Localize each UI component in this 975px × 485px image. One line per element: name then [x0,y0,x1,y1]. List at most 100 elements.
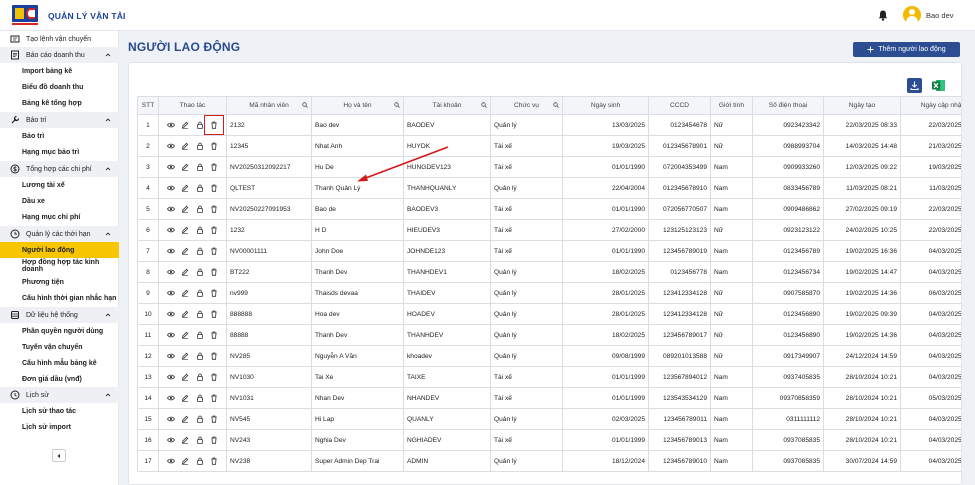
sidebar-item-15[interactable]: Phương tiện [0,274,119,290]
table-row[interactable]: 13 NV1030 Tai Xe TAIXE Tài xế 01/01/1999 12356… [137,366,961,388]
table-row[interactable]: 3 NV20250312092217 Hu De HUNGDEV123 Tài xế 01… [137,156,961,178]
download-button[interactable] [907,78,922,93]
edit-icon[interactable] [181,121,189,129]
view-icon[interactable] [167,142,176,150]
view-icon[interactable] [167,121,176,129]
edit-icon[interactable] [181,310,189,318]
edit-icon[interactable] [181,163,189,171]
lock-icon[interactable] [196,205,204,213]
lock-icon[interactable] [196,247,204,255]
view-icon[interactable] [167,163,176,171]
table-row[interactable]: 2 12345 Nhat Anh HUYDK Tài xế 19/03/2025 01234… [137,135,961,157]
sidebar-item-24[interactable]: Lịch sử import [0,419,119,435]
column-header[interactable]: Giới tính [710,96,753,115]
lock-icon[interactable] [196,331,204,339]
trash-icon[interactable] [210,163,218,171]
trash-icon[interactable] [210,394,218,402]
trash-icon[interactable] [210,415,218,423]
sidebar-item-7[interactable]: Hạng mục bảo trì [0,144,119,160]
excel-export-icon[interactable] [931,78,946,93]
lock-icon[interactable] [196,457,204,465]
sidebar-item-13[interactable]: Người lao động [0,242,119,258]
trash-icon[interactable] [210,205,218,213]
view-icon[interactable] [167,331,176,339]
edit-icon[interactable] [181,247,189,255]
lock-icon[interactable] [196,142,204,150]
sidebar-item-11[interactable]: Hạng mục chi phí [0,209,119,225]
trash-icon[interactable] [210,247,218,255]
table-row[interactable]: 4 QLTEST Thanh Quản Lý THANHQUANLY Quản lý 22… [137,177,961,199]
column-header[interactable]: CCCD [648,96,711,115]
lock-icon[interactable] [196,310,204,318]
lock-icon[interactable] [196,121,204,129]
search-icon[interactable] [394,102,400,108]
sidebar-item-18[interactable]: Phân quyền người dùng [0,323,119,339]
table-row[interactable]: 16 NV243 Nghia Dev NGHIADEV Tài xế 01/01/1999… [137,429,961,451]
edit-icon[interactable] [181,184,189,192]
view-icon[interactable] [167,289,176,297]
lock-icon[interactable] [196,289,204,297]
sidebar-group-8[interactable]: Tổng hợp các chi phí [0,161,119,177]
view-icon[interactable] [167,184,176,192]
column-header[interactable]: Thao tác [158,96,227,115]
sidebar-item-3[interactable]: Biểu đồ doanh thu [0,79,119,95]
sidebar-item-14[interactable]: Hợp đồng hợp tác kinh doanh [0,258,119,274]
edit-icon[interactable] [181,226,189,234]
lock-icon[interactable] [196,226,204,234]
lock-icon[interactable] [196,415,204,423]
column-header[interactable]: Tài khoản [403,96,491,115]
view-icon[interactable] [167,436,176,444]
table-row[interactable]: 17 NV238 Super Admin Dep Trai ADMIN Quản lý 1… [137,450,961,472]
sidebar-item-21[interactable]: Đơn giá dầu (vnđ) [0,371,119,387]
column-header[interactable]: STT [137,96,159,115]
search-icon[interactable] [481,102,487,108]
view-icon[interactable] [167,247,176,255]
table-row[interactable]: 12 NV285 Nguyễn A Văn khoadev Quản lý 09/08/1… [137,345,961,367]
edit-icon[interactable] [181,289,189,297]
user-name[interactable]: Bao dev [926,11,954,20]
table-row[interactable]: 10 888888 Hoa dev HOADEV Quản lý 28/01/2025 12… [137,303,961,325]
view-icon[interactable] [167,268,176,276]
view-icon[interactable] [167,352,176,360]
table-row[interactable]: 11 88888 Thanh Dev THANHDEV Quản lý 18/02/202… [137,324,961,346]
table-row[interactable]: 8 BT222 Thanh Dev THANHDEV1 Quản lý 18/02/202… [137,261,961,283]
table-row[interactable]: 5 NV20250227091953 Bao de BAODEV3 Tài xế 01/0… [137,198,961,220]
table-row[interactable]: 6 1232 H D HIEUDEV3 Tài xế 27/02/2000 12312512… [137,219,961,241]
table-row[interactable]: 14 NV1031 Nhan Dev NHANDEV Tài xế 01/01/1999 1… [137,387,961,409]
trash-icon[interactable] [210,352,218,360]
trash-icon[interactable] [210,226,218,234]
search-icon[interactable] [553,102,559,108]
sidebar-item-9[interactable]: Lương tài xế [0,177,119,193]
collapse-sidebar-button[interactable] [52,449,66,462]
column-header[interactable]: Số điện thoại [752,96,824,115]
sidebar-group-22[interactable]: Lịch sử [0,387,119,403]
view-icon[interactable] [167,394,176,402]
lock-icon[interactable] [196,163,204,171]
edit-icon[interactable] [181,142,189,150]
edit-icon[interactable] [181,415,189,423]
add-employee-button[interactable]: Thêm người lao động [853,42,960,57]
edit-icon[interactable] [181,436,189,444]
edit-icon[interactable] [181,394,189,402]
sidebar-item-23[interactable]: Lịch sử thao tác [0,403,119,419]
table-row[interactable]: 7 NV00001111 John Doe JOHNDE123 Tài xế 01/01/… [137,240,961,262]
lock-icon[interactable] [196,436,204,444]
view-icon[interactable] [167,310,176,318]
edit-icon[interactable] [181,373,189,381]
edit-icon[interactable] [181,331,189,339]
view-icon[interactable] [167,457,176,465]
lock-icon[interactable] [196,184,204,192]
column-header[interactable]: Ngày sinh [562,96,649,115]
trash-icon[interactable] [210,457,218,465]
column-header[interactable]: Mã nhân viên [226,96,312,115]
sidebar-item-2[interactable]: Import bảng kê [0,63,119,79]
trash-icon[interactable] [210,373,218,381]
table-row[interactable]: 9 nv999 Thaisds devaa THAIDEV Quản lý 28/01/2… [137,282,961,304]
trash-icon[interactable] [210,310,218,318]
company-logo[interactable] [12,5,38,26]
view-icon[interactable] [167,415,176,423]
sidebar-item-6[interactable]: Bảo trì [0,128,119,144]
sidebar-item-20[interactable]: Cấu hình mẫu bảng kê [0,355,119,371]
lock-icon[interactable] [196,373,204,381]
sidebar-item-4[interactable]: Bảng kê tổng hợp [0,95,119,111]
